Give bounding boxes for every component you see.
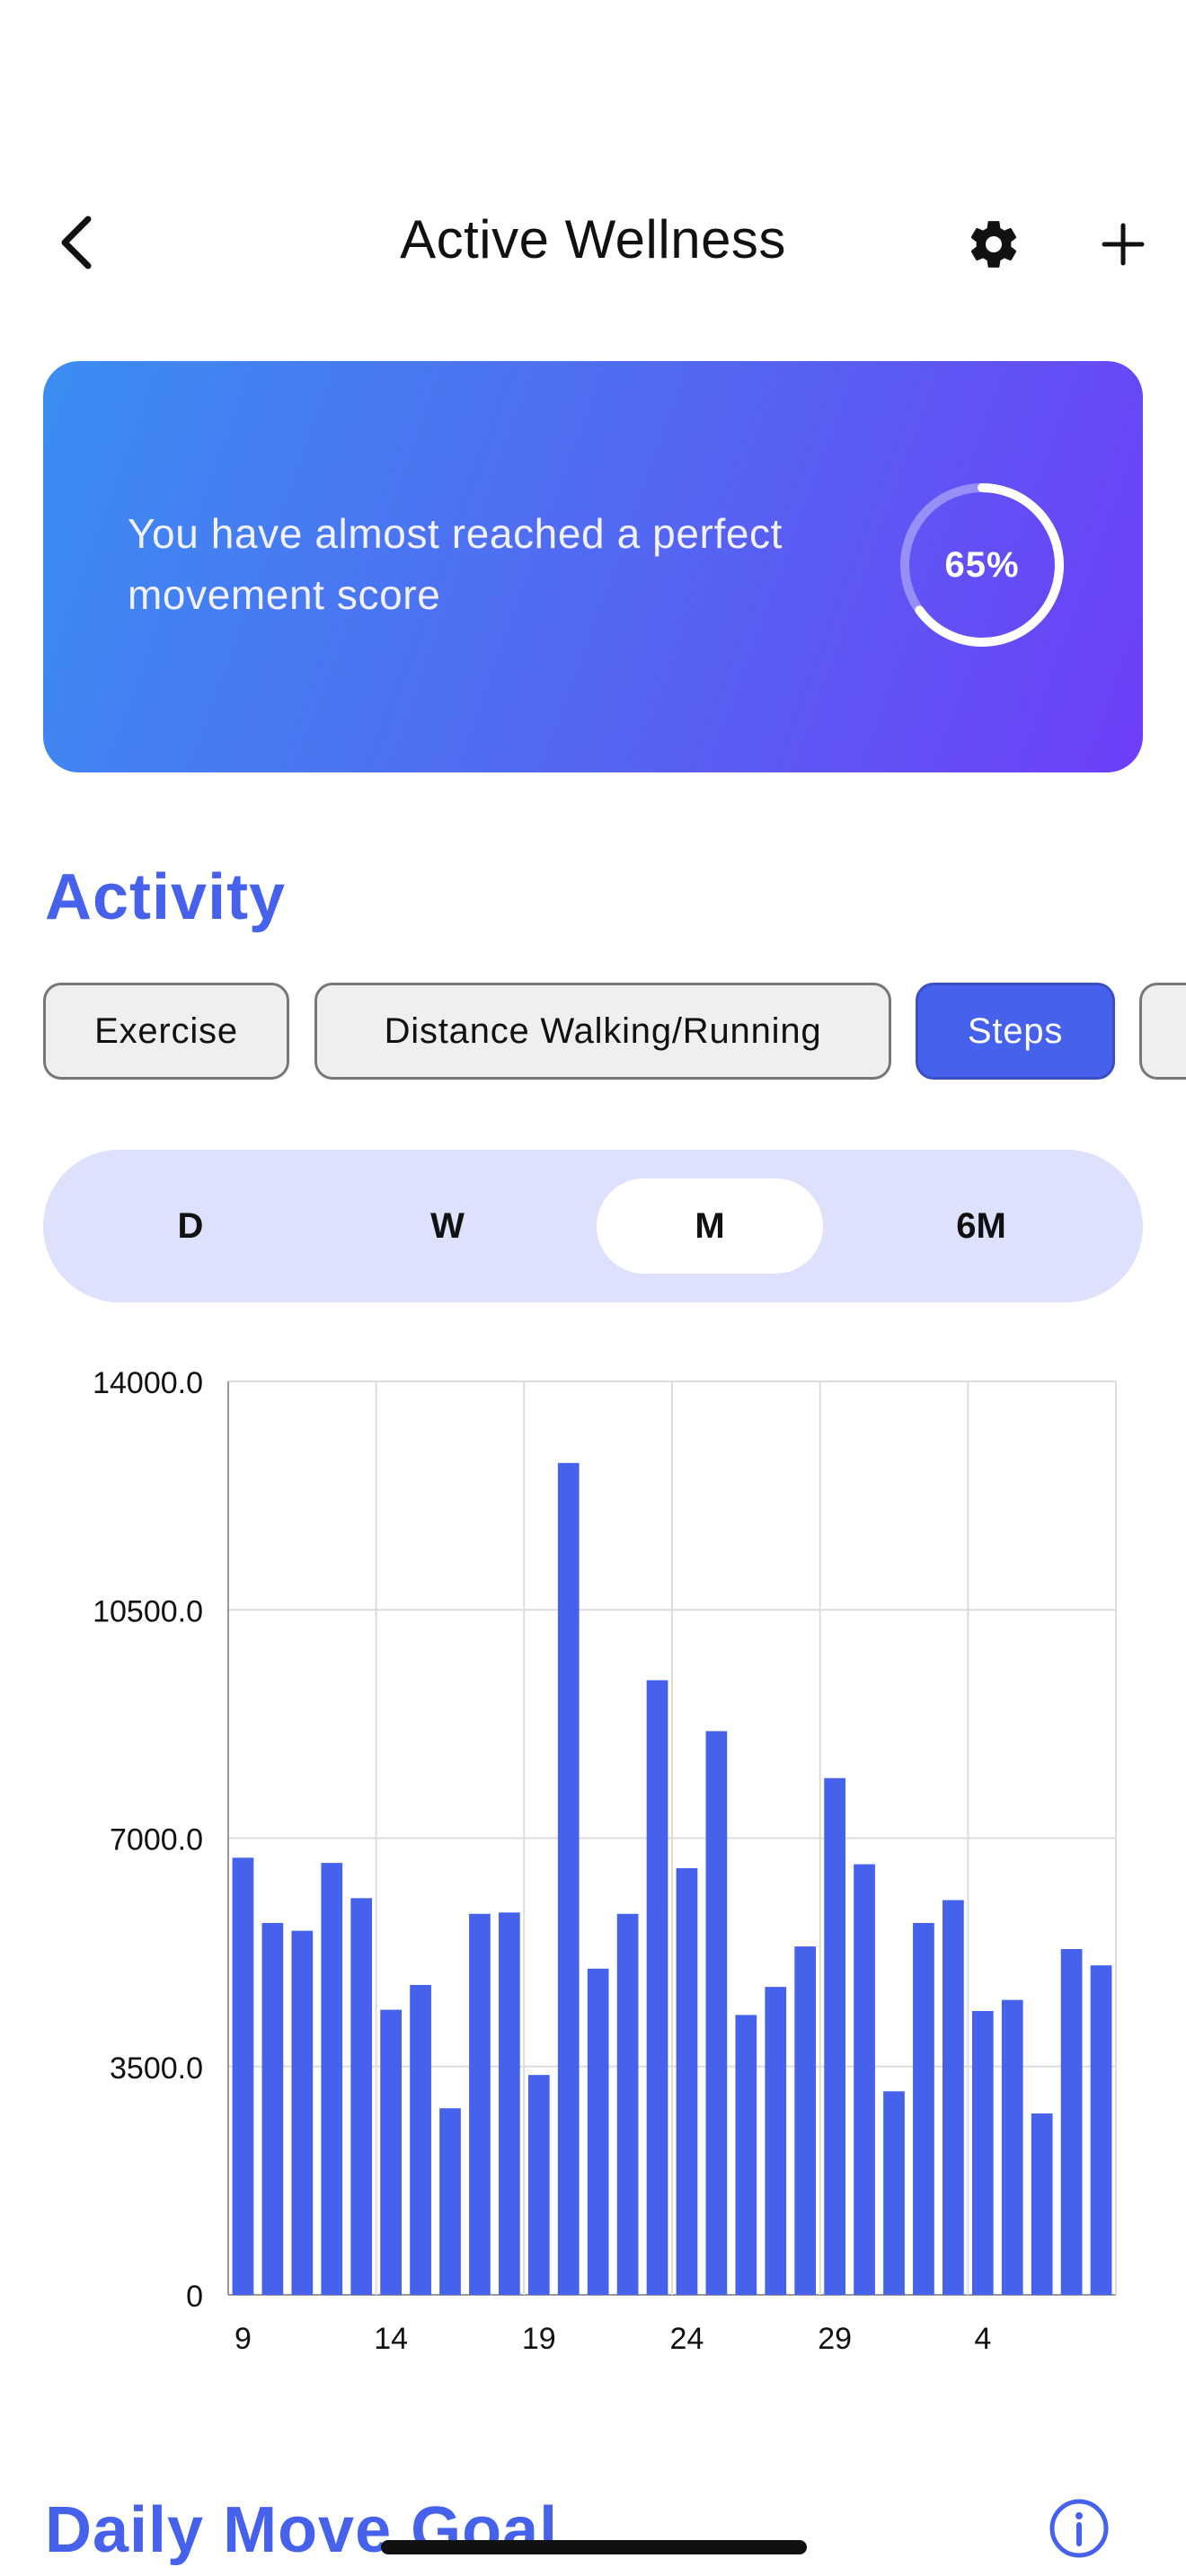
bar bbox=[676, 1867, 698, 2295]
plus-icon bbox=[1102, 223, 1145, 266]
bar bbox=[350, 1898, 373, 2295]
bar bbox=[1060, 1948, 1083, 2295]
bar bbox=[499, 1912, 520, 2295]
y-tick-label: 10500.0 bbox=[93, 1594, 203, 1628]
range-label: M bbox=[695, 1205, 725, 1246]
bar bbox=[824, 1778, 845, 2295]
daily-move-goal-title: Daily Move Goal bbox=[45, 2494, 559, 2566]
chip-label: Steps bbox=[967, 1010, 1064, 1051]
y-tick-label: 7000.0 bbox=[110, 1823, 203, 1857]
y-tick-label: 14000.0 bbox=[93, 1366, 203, 1400]
chip-steps[interactable]: Steps bbox=[916, 983, 1115, 1080]
bar bbox=[1001, 1999, 1023, 2295]
bar bbox=[469, 1913, 491, 2295]
bar bbox=[616, 1913, 639, 2295]
chip-label: Distance Walking/Running bbox=[384, 1010, 822, 1051]
steps-chart: 0 3500.0 7000.0 10500.0 14000.0 9 14 19 24 29 4 bbox=[93, 1366, 1117, 2356]
bar bbox=[854, 1864, 875, 2295]
bar bbox=[232, 1857, 254, 2295]
bar bbox=[735, 2015, 757, 2295]
y-tick-label: 3500.0 bbox=[110, 2051, 203, 2086]
y-tick-label: 0 bbox=[186, 2280, 203, 2314]
x-tick-label: 24 bbox=[670, 2322, 704, 2356]
bar bbox=[1031, 2113, 1053, 2295]
x-tick-label: 4 bbox=[974, 2322, 991, 2356]
range-label: 6M bbox=[956, 1205, 1006, 1246]
gear-icon bbox=[970, 221, 1017, 268]
bar bbox=[527, 2075, 550, 2295]
settings-button[interactable] bbox=[954, 205, 1033, 284]
x-tick-label: 9 bbox=[235, 2322, 252, 2356]
bar bbox=[913, 1922, 934, 2295]
bar bbox=[380, 2009, 402, 2295]
chip-exercise[interactable]: Exercise bbox=[43, 983, 289, 1080]
bar bbox=[943, 1900, 964, 2295]
bar bbox=[557, 1462, 580, 2295]
range-six-months[interactable]: 6M bbox=[890, 1178, 1073, 1274]
x-tick-label: 19 bbox=[522, 2322, 556, 2356]
bar bbox=[646, 1680, 668, 2295]
bar bbox=[1090, 1965, 1112, 2295]
banner-message: You have almost reached a perfect moveme… bbox=[128, 510, 783, 618]
bar bbox=[765, 1987, 787, 2295]
bar bbox=[587, 1968, 609, 2295]
chip-distance[interactable]: Distance Walking/Running bbox=[314, 983, 891, 1080]
bar bbox=[261, 1922, 284, 2295]
range-day[interactable]: D bbox=[99, 1178, 282, 1274]
activity-title: Activity bbox=[45, 861, 287, 933]
progress-label: 65% bbox=[944, 544, 1020, 585]
range-week[interactable]: W bbox=[356, 1178, 539, 1274]
bar bbox=[439, 2108, 461, 2295]
x-tick-label: 14 bbox=[374, 2322, 408, 2356]
bar bbox=[291, 1930, 314, 2295]
bar bbox=[321, 1863, 343, 2295]
bar bbox=[410, 1984, 431, 2295]
x-tick-label: 29 bbox=[818, 2322, 852, 2356]
bar bbox=[794, 1946, 817, 2295]
home-indicator bbox=[381, 2540, 807, 2554]
range-month[interactable]: M bbox=[597, 1178, 823, 1274]
range-label: W bbox=[430, 1205, 465, 1246]
bar bbox=[705, 1731, 728, 2295]
chip-overflow[interactable] bbox=[1139, 983, 1186, 1080]
bar bbox=[883, 2091, 905, 2295]
chip-label: Exercise bbox=[94, 1010, 238, 1051]
range-label: D bbox=[177, 1205, 204, 1246]
bar bbox=[971, 2011, 994, 2295]
info-icon[interactable] bbox=[1048, 2497, 1111, 2560]
add-button[interactable] bbox=[1084, 205, 1163, 284]
